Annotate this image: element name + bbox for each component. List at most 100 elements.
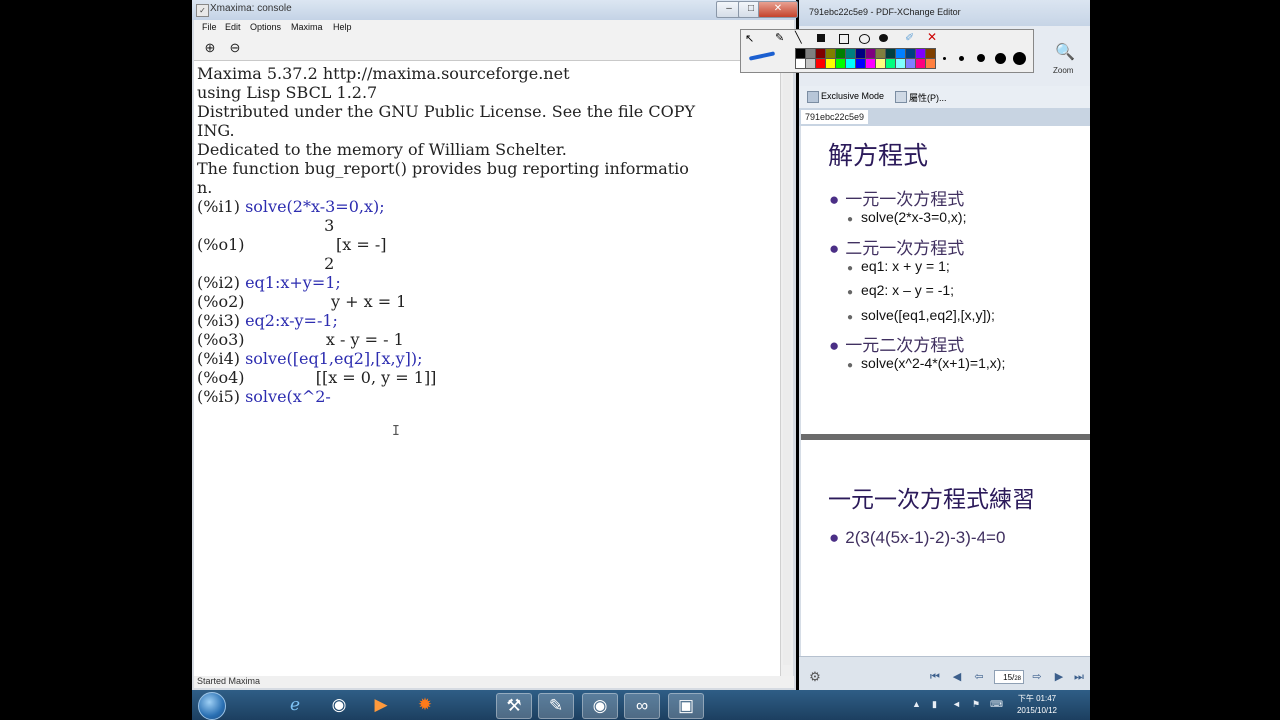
maxima-input[interactable]: eq1:x+y=1; [245, 273, 341, 292]
pen-icon[interactable]: ✎ [538, 693, 574, 719]
console-line: n. [197, 178, 212, 197]
windows-start-icon[interactable] [198, 692, 226, 720]
clear-x-icon[interactable]: ✕ [927, 30, 937, 44]
chrome-icon-2[interactable]: ◉ [582, 693, 618, 719]
console-line: The function bug_report() provides bug r… [197, 159, 689, 178]
pdf-editor-window: 791ebc22c5e9 - PDF-XChange Editor 🔍 Zoom… [799, 0, 1090, 691]
maxima-output: Distributed under the GNU Public License… [197, 102, 696, 121]
console-output[interactable]: Maxima 5.37.2 http://maxima.sourceforge.… [194, 61, 784, 676]
maxima-input[interactable]: solve(x^2- [245, 387, 331, 406]
exclusive-mode-button[interactable]: Exclusive Mode [821, 91, 884, 101]
maxima-input[interactable]: solve([eq1,eq2],[x,y]); [245, 349, 422, 368]
properties-icon [895, 91, 907, 103]
line-label: (%o4) [197, 368, 245, 387]
menu-edit[interactable]: Edit [225, 22, 241, 32]
maxima-input[interactable]: eq2:x-y=-1; [245, 311, 338, 330]
maxima-output: y + x = 1 [244, 292, 407, 311]
document-tabs: 791ebc22c5e9 [799, 108, 1090, 126]
pdf-secondary-bar: Exclusive Mode 屬性(P)... [799, 86, 1090, 109]
slide-title: 解方程式 [828, 142, 929, 170]
rect-tool-icon[interactable] [839, 34, 849, 44]
current-pen-color-icon [748, 51, 776, 61]
line-label: (%o2) [197, 292, 245, 311]
toolbar: ⊕ ⊖ [194, 36, 794, 61]
zoom-label: Zoom [1053, 66, 1074, 75]
bullet-dot-icon: ● [829, 190, 840, 209]
filled-rect-icon[interactable] [817, 34, 825, 42]
console-line: (%i3) eq2:x-y=-1; [197, 311, 338, 330]
chrome-icon[interactable]: ◉ [322, 693, 356, 717]
tray-flag-icon[interactable]: ⚑ [972, 699, 980, 710]
line-label: (%o1) [197, 235, 245, 254]
bullet-dot-icon: ● [829, 238, 840, 258]
tray-arrow-icon[interactable]: ▲ [912, 699, 921, 709]
pen-size-5[interactable] [1013, 52, 1026, 65]
sub-bullet-item: ● eq1: x + y = 1; [847, 258, 950, 274]
clock[interactable]: 下午 01:47 2015/10/12 [1007, 693, 1067, 717]
console-line: (%i4) solve([eq1,eq2],[x,y]); [197, 349, 423, 368]
document-view[interactable]: 解方程式 ● 一元一次方程式 ● solve(2*x-3=0,x); ● 二元一次方程式 ●… [801, 126, 1090, 656]
tool-icon[interactable]: ⚒ [496, 693, 532, 719]
menu-maxima[interactable]: Maxima [291, 22, 323, 32]
pen-size-1[interactable] [943, 57, 946, 60]
maxima-icon[interactable]: ∞ [624, 693, 660, 719]
ellipse-tool-icon[interactable] [859, 34, 870, 44]
media-player-icon[interactable]: ▶ [364, 693, 398, 717]
properties-button[interactable]: 屬性(P)... [909, 91, 947, 104]
line-tool-icon[interactable]: ╲ [795, 31, 802, 44]
window-title: Xmaxima: console [210, 3, 292, 14]
arrow-cursor-icon[interactable]: ↖ [745, 32, 754, 45]
last-page-icon[interactable]: ⏭ [1071, 670, 1087, 684]
maxima-output: n. [197, 178, 213, 197]
forward-icon[interactable]: ⇨ [1029, 670, 1045, 684]
status-text: Started Maxima [197, 676, 261, 686]
console-line: Dedicated to the memory of William Schel… [197, 140, 567, 159]
pen-tool-icon[interactable]: ✎ [775, 31, 784, 44]
close-button[interactable]: ✕ [758, 1, 798, 18]
page-navigation-bar: ⚙ ⏮ ◀ ⇦ 15/28 ⇨ ▶ ⏭ [799, 656, 1090, 691]
pen-size-2[interactable] [959, 56, 964, 61]
back-icon[interactable]: ⇦ [971, 670, 987, 684]
page-number-field[interactable]: 15/28 [994, 670, 1024, 684]
settings-gear-icon[interactable]: ⚙ [807, 670, 823, 684]
sub-bullet-item: ● solve(x^2-4*(x+1)=1,x); [847, 355, 1005, 371]
firefox-icon[interactable]: ✹ [408, 693, 442, 717]
console-line: Maxima 5.37.2 http://maxima.sourceforge.… [197, 64, 570, 83]
bullet-text: eq2: x – y = -1; [861, 282, 955, 299]
console-line: using Lisp SBCL 1.2.7 [197, 83, 377, 102]
document-tab[interactable]: 791ebc22c5e9 [801, 110, 869, 124]
filled-ellipse-icon[interactable] [879, 34, 888, 42]
sub-bullet-item: ● eq2: x – y = -1; [847, 282, 954, 298]
console-line: (%i1) solve(2*x-3=0,x); [197, 197, 385, 216]
screen-icon[interactable]: ▣ [668, 693, 704, 719]
menu-options[interactable]: Options [250, 22, 281, 32]
menu-file[interactable]: File [202, 22, 217, 32]
color-swatch[interactable] [925, 58, 936, 69]
zoom-icon[interactable]: 🔍 [1051, 44, 1079, 62]
pdf-titlebar[interactable]: 791ebc22c5e9 - PDF-XChange Editor [799, 0, 1090, 26]
first-page-icon[interactable]: ⏮ [927, 670, 943, 684]
eraser-icon[interactable]: ✐ [905, 31, 914, 44]
pen-size-3[interactable] [977, 54, 985, 62]
maxima-output: 3 [197, 216, 335, 235]
scrollbar-thumb[interactable] [783, 65, 791, 665]
ie-icon[interactable]: ℯ [278, 693, 312, 717]
xmaxima-titlebar[interactable]: ✓ Xmaxima: console – □ ✕ [192, 0, 798, 20]
tray-volume-icon[interactable]: ◄ [952, 699, 961, 709]
prev-page-icon[interactable]: ◀ [949, 670, 965, 684]
bullet-dot-icon: ● [847, 214, 854, 226]
bullet-text: eq1: x + y = 1; [861, 257, 950, 274]
zoom-in-icon[interactable]: ⊕ [202, 40, 218, 56]
clock-date: 2015/10/12 [1016, 706, 1058, 715]
app-icon: ✓ [196, 4, 209, 17]
vertical-scrollbar[interactable] [780, 61, 793, 676]
pen-size-4[interactable] [995, 53, 1006, 64]
tray-network-icon[interactable]: ▮ [932, 699, 937, 710]
menu-help[interactable]: Help [333, 22, 352, 32]
zoom-out-icon[interactable]: ⊖ [227, 40, 243, 56]
sub-bullet-item: ● solve([eq1,eq2],[x,y]); [847, 307, 995, 323]
tray-keyboard-icon[interactable]: ⌨ [990, 699, 1003, 710]
next-page-icon[interactable]: ▶ [1051, 670, 1067, 684]
maxima-output: using Lisp SBCL 1.2.7 [197, 83, 378, 102]
maxima-input[interactable]: solve(2*x-3=0,x); [245, 197, 385, 216]
